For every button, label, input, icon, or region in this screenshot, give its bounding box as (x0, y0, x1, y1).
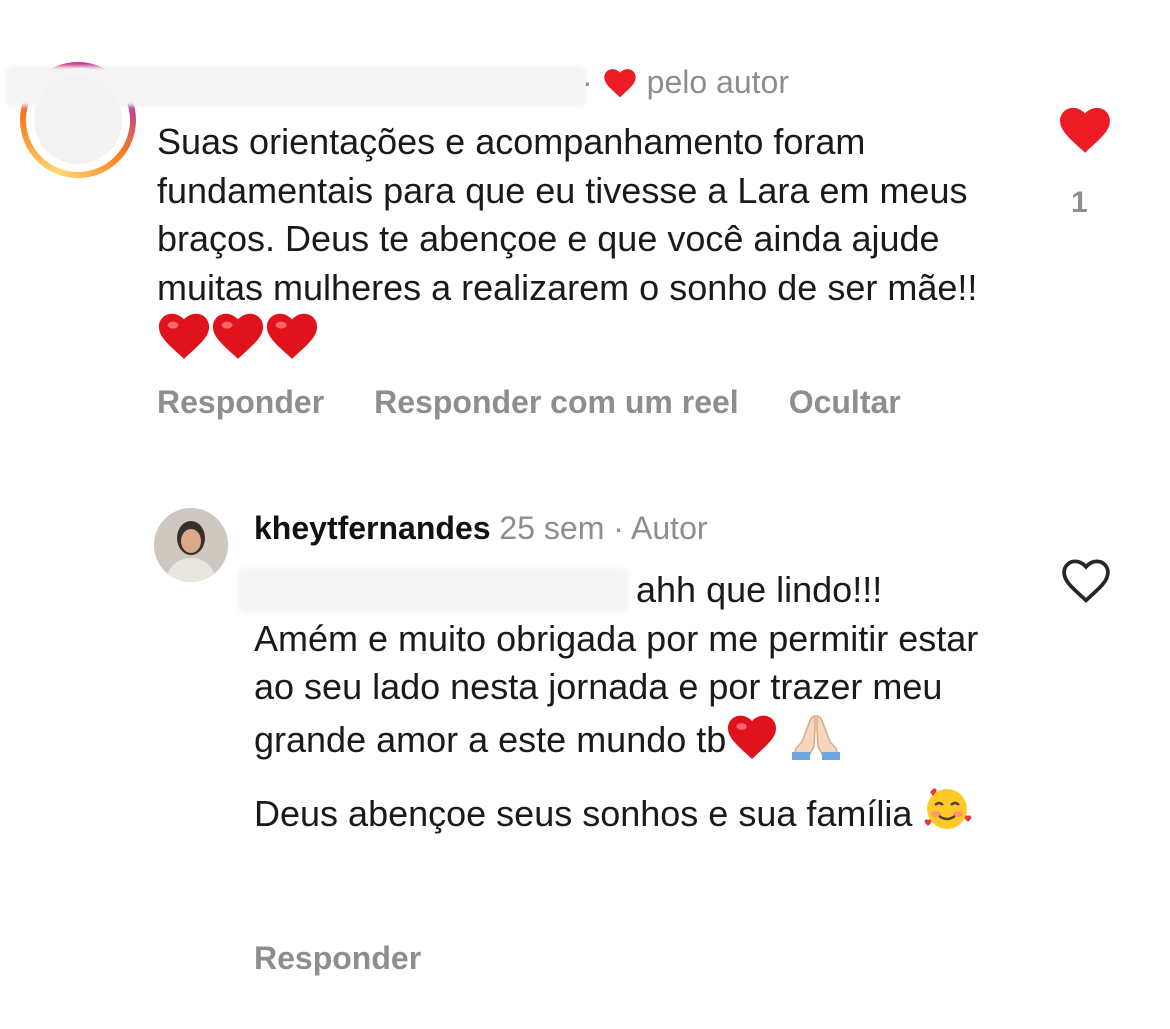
smiling-face-with-hearts-emoji (922, 784, 972, 847)
reply-line-2: Amém e muito obrigada por me permitir es… (254, 617, 979, 760)
heart-filled-icon[interactable] (1059, 106, 1111, 154)
red-heart-emoji (726, 714, 778, 773)
comment-text-content: Suas orientações e acompanhamento foram … (157, 121, 978, 308)
red-heart-emoji (157, 312, 211, 373)
comment-text: Suas orientações e acompanhamento foram … (157, 118, 1037, 373)
reply-with-reel-button[interactable]: Responder com um reel (374, 384, 739, 421)
author-badge: pelo autor (646, 64, 789, 100)
comment-actions: Responder Responder com um reel Ocultar (157, 384, 951, 421)
comment-meta: · pelo autor (582, 64, 789, 101)
reply-text: ahh que lindo!!! Amém e muito obrigada p… (254, 566, 1014, 847)
reply-line-3-wrap: Deus abençoe seus sonhos e sua família (254, 784, 1014, 847)
reply-separator: · (613, 510, 624, 546)
hide-button[interactable]: Ocultar (789, 384, 901, 421)
author-avatar[interactable] (154, 508, 228, 582)
reply-line-1: ahh que lindo!!! (636, 569, 883, 610)
reply-time: 25 sem (499, 510, 605, 546)
red-heart-emoji (265, 312, 319, 373)
reply-button[interactable]: Responder (157, 384, 324, 421)
praying-hands-emoji (788, 712, 844, 773)
like-count: 1 (1071, 186, 1088, 219)
reply-line-3: Deus abençoe seus sonhos e sua família (254, 793, 913, 834)
meta-separator: · (582, 64, 593, 100)
red-heart-emoji (211, 312, 265, 373)
reply-meta: kheytfernandes 25 sem · Autor (254, 510, 708, 547)
reply-reply-button[interactable]: Responder (254, 940, 421, 977)
heart-outline-icon[interactable] (1061, 558, 1111, 604)
reply-role: Autor (631, 510, 708, 546)
reply-username[interactable]: kheytfernandes (254, 510, 491, 546)
reply-line-2-wrap: Amém e muito obrigada por me permitir es… (254, 615, 1014, 773)
heart-small-icon (603, 68, 636, 97)
reply-actions: Responder (254, 940, 471, 977)
